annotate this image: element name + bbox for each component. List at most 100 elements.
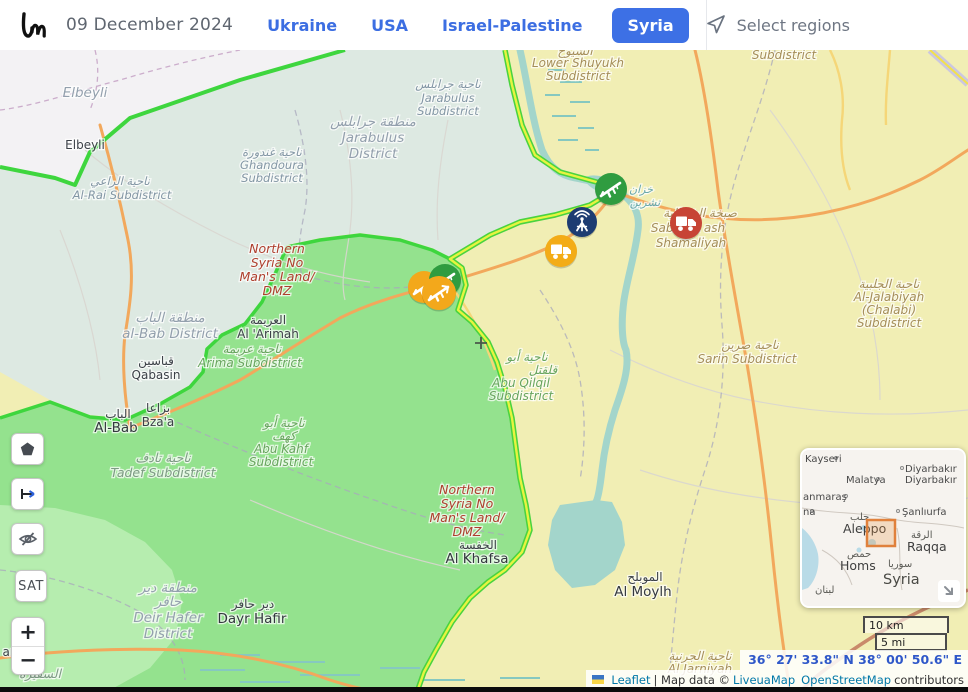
minimap-city-label: سوريا <box>888 559 912 570</box>
map-label: Sarin Subdistrict <box>698 352 798 366</box>
map-label: ناحية أبو <box>261 415 305 430</box>
topbar-divider <box>706 0 707 50</box>
map-label: Al-Bab <box>94 420 137 436</box>
attribution-text: | Map data © <box>653 672 731 687</box>
minimap-city-label: Malatya <box>846 475 886 486</box>
map-label: Dayr Hafir <box>218 611 287 627</box>
map-label: Arima Subdistrict <box>197 356 303 370</box>
map-label: دير حافر <box>231 597 275 612</box>
map-label: ناحية الجرنية <box>668 649 732 663</box>
polygon-icon <box>20 442 35 455</box>
map-label: ناحية صرين <box>721 338 779 352</box>
contributors-text: contributors <box>894 672 964 687</box>
clash-marker-orange-front[interactable] <box>422 276 456 312</box>
select-regions-button[interactable]: Select regions <box>705 13 850 37</box>
attribution-bar: Leaflet | Map data © LiveuaMap OpenStree… <box>586 670 968 688</box>
map-label: ناحية الجلبية <box>859 277 920 291</box>
map-label: قلقتل <box>529 363 559 377</box>
map-label: Subdistrict <box>241 171 303 185</box>
map-label: الباب <box>105 407 131 421</box>
map-label: Jarabulus <box>339 130 405 146</box>
map-label: Al Moylh <box>614 584 671 600</box>
top-bar: 09 December 2024 Ukraine USA Israel-Pale… <box>0 0 968 50</box>
tab-israel-palestine[interactable]: Israel-Palestine <box>442 16 582 35</box>
map-label: Deir Hafer <box>133 610 204 626</box>
map-label: Man's Land/ <box>240 269 317 284</box>
map-label: حافر <box>153 594 182 610</box>
map-label: Tadef Subdistrict <box>111 465 217 480</box>
map-label: منطقة الباب <box>135 310 205 326</box>
ukraine-flag-icon <box>592 675 605 684</box>
map-label: DMZ <box>263 283 292 298</box>
tab-ukraine[interactable]: Ukraine <box>267 16 337 35</box>
map-label: Qabasin <box>132 368 181 382</box>
collapse-arrow-icon <box>944 586 953 595</box>
map-label: Northern <box>249 241 305 256</box>
map-label: District <box>349 146 398 162</box>
tab-usa[interactable]: USA <box>371 16 408 35</box>
map-label: (Chalabi) <box>862 303 916 317</box>
map-label: Bza'a <box>142 415 175 429</box>
clash-marker-tishrin[interactable] <box>595 173 627 207</box>
leaflet-link[interactable]: Leaflet <box>611 673 650 687</box>
map-scale: 10 km 5 mi <box>863 616 949 651</box>
minimap-city-label: Raqqa <box>907 539 947 554</box>
map-label: ناحية الراعي <box>90 174 151 188</box>
zoom-in-button[interactable]: + <box>12 618 44 647</box>
map-label: الموبلح <box>627 570 662 585</box>
map-label: Ghandoura <box>240 158 304 172</box>
minimap-city-label: Syria <box>883 572 920 588</box>
map-label: Elbeyli <box>63 85 108 101</box>
select-regions-label: Select regions <box>736 15 850 35</box>
satellite-toggle-button[interactable]: SAT <box>15 570 47 602</box>
hide-layers-button[interactable] <box>11 523 44 555</box>
map-canvas[interactable]: Elbeyli Elbeyli ناحية الراعي Al-Rai Subdist… <box>0 50 968 692</box>
map-label: الخفسة <box>459 538 497 552</box>
map-label: Al-Jalabiyah <box>853 290 924 304</box>
map-label: Northern <box>439 482 495 497</box>
minimap-city-label: na <box>803 507 815 518</box>
map-label: Abu Kahf <box>253 442 310 456</box>
liveuamap-link[interactable]: LiveuaMap <box>733 673 795 687</box>
map-label: Subdistrict <box>546 69 612 83</box>
draw-polygon-button[interactable] <box>11 433 44 465</box>
sat-label: SAT <box>18 578 44 594</box>
map-label: ناحية جرابلس <box>415 77 481 91</box>
map-label: Subdistrict <box>489 389 555 403</box>
map-label: Man's Land/ <box>430 510 507 525</box>
zoom-control: + − <box>11 617 45 675</box>
minimap-city-label: Homs <box>840 558 876 573</box>
map-label: Subdistrict <box>249 455 315 469</box>
osm-link[interactable]: OpenStreetMap <box>801 673 891 687</box>
map-label: ناحية تادف <box>135 450 191 465</box>
measure-icon <box>20 489 35 499</box>
map-label: ناحية عريمة <box>223 342 282 356</box>
nav-cursor-icon <box>706 15 725 34</box>
map-label: Al-Rai Subdistrict <box>72 188 172 202</box>
scale-mi: 5 mi <box>875 633 947 651</box>
vehicles-marker-yellow[interactable] <box>545 235 577 269</box>
liveuamap-logo-icon[interactable] <box>16 8 50 42</box>
map-label: Al 'Arimah <box>237 327 299 341</box>
minimap-city-label: anmaraş <box>803 492 847 503</box>
map-label: Jarabulus <box>419 91 474 105</box>
air-defense-marker[interactable] <box>567 207 597 239</box>
map-label: Syria No <box>441 496 494 511</box>
map-label: ناحية غندورة <box>242 145 303 159</box>
map-label: تشرين <box>630 196 662 209</box>
vehicles-marker-red[interactable] <box>670 207 702 241</box>
eye-off-icon <box>18 532 37 546</box>
map-label: ناحية أبو <box>504 349 548 364</box>
tab-syria-active[interactable]: Syria <box>612 7 689 43</box>
scale-km: 10 km <box>863 616 949 633</box>
zoom-out-button[interactable]: − <box>12 647 44 675</box>
map-label: خزان <box>629 183 653 196</box>
map-label: Subdistrict <box>857 316 923 330</box>
minimap-collapse-button[interactable] <box>938 580 960 602</box>
measure-button[interactable] <box>11 478 44 510</box>
map-label: Subdistrict <box>752 50 818 62</box>
minimap-viewport-box <box>865 518 897 548</box>
map-label: Lower Shuyukh <box>532 56 624 70</box>
map-label: Elbeyli <box>65 138 105 152</box>
minimap-inset[interactable]: Kayseri Malatya Diyarbakır Diyarbakır anmara… <box>800 448 966 608</box>
